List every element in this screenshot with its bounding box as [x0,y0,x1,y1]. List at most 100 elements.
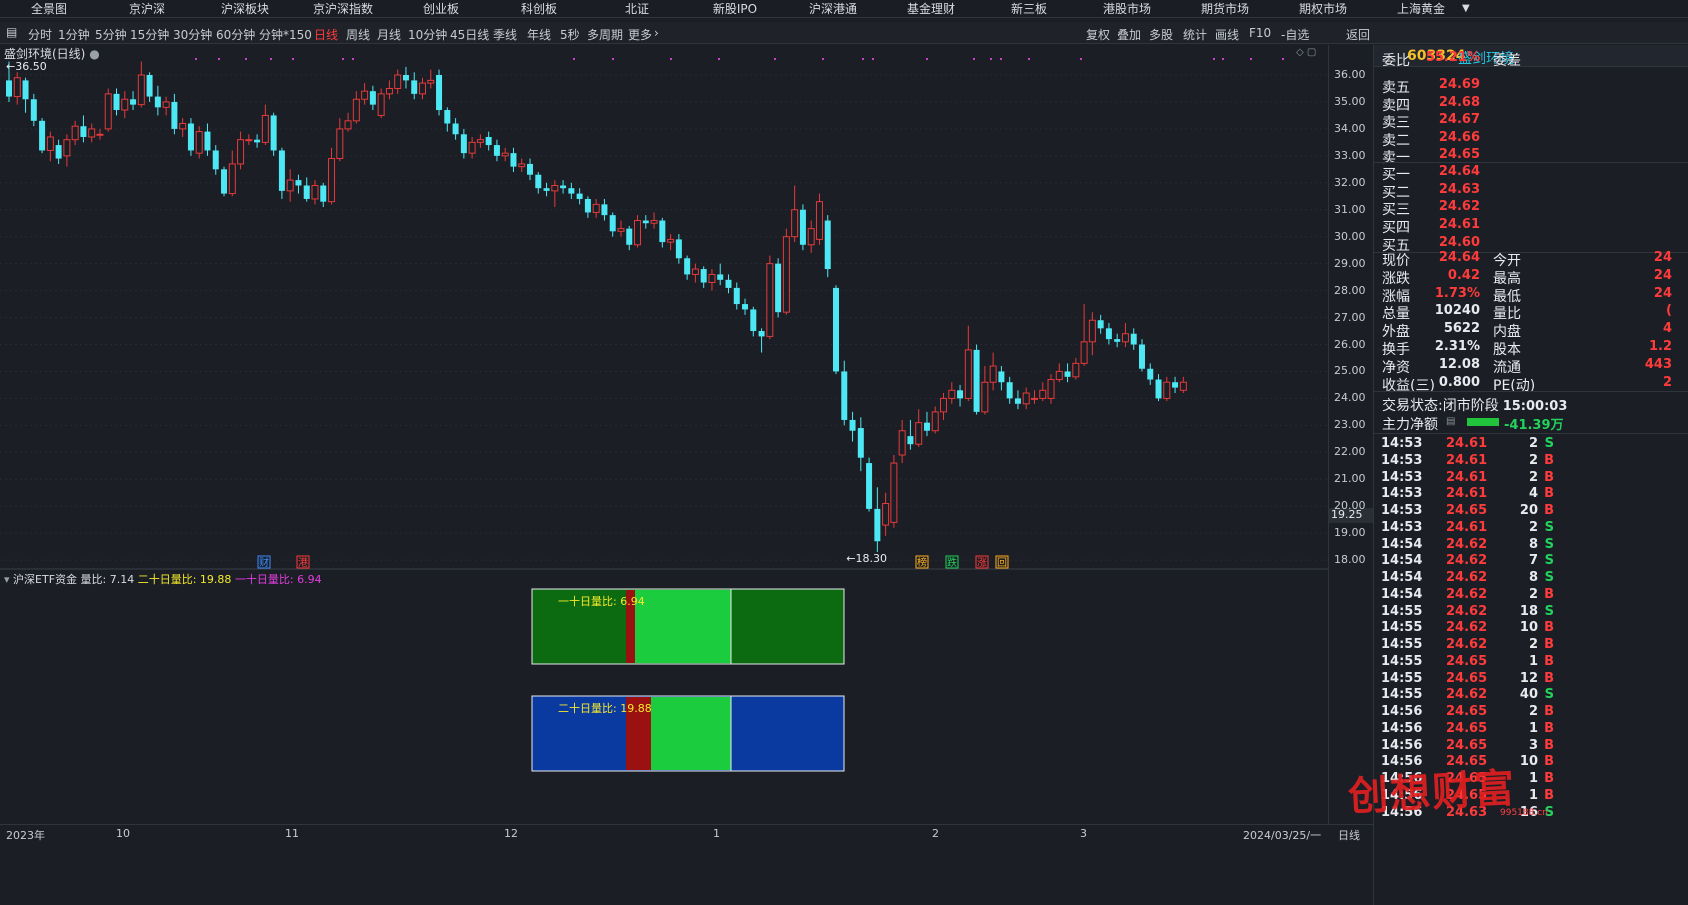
toolbar-right-6[interactable]: -自选 [1281,26,1309,43]
candle-body-up [807,228,815,246]
nav-item-8[interactable]: 沪深港通 [784,0,882,17]
quote-value-right: 443 [1644,356,1672,372]
candle-body-down [254,139,261,143]
nav-item-10[interactable]: 新三板 [980,0,1078,17]
event-badge-5[interactable]: 回 [997,557,1007,569]
candle-body-up [708,273,716,284]
nav-item-1[interactable]: 京沪深 [98,0,196,17]
period-1[interactable]: 1分钟 [58,26,90,43]
tick-volume: 10 [1519,620,1538,636]
kline-chart-area[interactable]: ←18.30 财港榜跌涨回 一十日量比: 6.94 二十日量比: 19.88 盛剑… [0,45,1328,890]
candle-body-down [171,101,178,129]
period-8[interactable]: 周线 [346,26,370,43]
panel-toggle-icon[interactable]: ▤ [6,25,17,39]
candle-body-up [352,98,360,122]
period-12[interactable]: 季线 [493,26,517,43]
nav-item-14[interactable]: 上海黄金 [1372,0,1470,17]
candle-body-down [833,287,839,372]
signal-dot [1028,58,1030,60]
candle-body-up [328,158,336,203]
nav-item-2[interactable]: 沪深板块 [196,0,294,17]
period-15[interactable]: 多周期 [587,26,623,43]
event-badge-3[interactable]: 跌 [947,556,957,569]
candle-body-down [204,131,211,151]
candle-body-down [113,93,120,111]
candle-body-down [576,193,583,199]
candle-body-down [1064,371,1071,377]
period-0[interactable]: 分时 [28,26,52,43]
candle-body-down [684,258,691,275]
period-5[interactable]: 60分钟 [216,26,255,43]
period-6[interactable]: 分钟*150 [259,26,312,43]
candle-body-down [39,120,46,151]
tick-side: S [1544,553,1554,569]
chart-settings-icon[interactable]: ● [89,47,99,61]
nav-item-5[interactable]: 科创板 [490,0,588,17]
candle-body-down [411,80,418,94]
quote-row: 买四 24.61 [1382,217,1682,236]
toolbar-right-3[interactable]: 统计 [1183,26,1207,43]
period-3[interactable]: 15分钟 [130,26,169,43]
period-9[interactable]: 月线 [377,26,401,43]
tick-price: 24.65 [1446,737,1488,753]
event-badge-1[interactable]: 港 [298,557,308,569]
price-tick-4: 32.00 [1334,175,1366,189]
period-10[interactable]: 10分钟 [408,26,447,43]
nav-item-9[interactable]: 基金理财 [882,0,980,17]
twenty-day-box-label: 二十日量比: 19.88 [558,701,652,715]
nav-item-13[interactable]: 期权市场 [1274,0,1372,17]
signal-dot [926,58,928,60]
quote-value-right: 24 [1653,285,1672,301]
toolbar-right-5[interactable]: F10 [1249,26,1271,40]
period-11[interactable]: 45日线 [450,26,489,43]
nav-item-11[interactable]: 港股市场 [1078,0,1176,17]
time-label-4: 1 [713,827,720,840]
price-tick-1: 35.00 [1334,94,1366,108]
event-badge-4[interactable]: 涨 [977,557,987,569]
nav-item-7[interactable]: 新股IPO [686,0,784,17]
collapse-icon[interactable]: ▾ [4,573,10,586]
tick-volume: 2 [1528,519,1538,535]
period-4[interactable]: 30分钟 [173,26,212,43]
tick-volume: 12 [1519,670,1538,686]
toolbar-right-4[interactable]: 画线 [1215,26,1239,43]
tick-volume: 2 [1528,704,1538,719]
period-16[interactable]: 更多 [628,26,652,43]
nav-item-12[interactable]: 期货市场 [1176,0,1274,17]
nav-item-4[interactable]: 创业板 [392,0,490,17]
lb20-label: 二十日量比: 19.88 [137,573,232,586]
toolbar-right-0[interactable]: 复权 [1086,26,1110,43]
candle-body-down [130,99,137,105]
toolbar-right-2[interactable]: 多股 [1149,26,1173,43]
tick-row: 14:53 24.61 2 S [1381,520,1566,537]
candle-body-up [1039,389,1047,399]
period-7[interactable]: 日线 [314,26,338,43]
candle-body-down [626,228,633,245]
kline-chart[interactable]: ←18.30 财港榜跌涨回 一十日量比: 6.94二十日量比: 19.88 [0,45,1328,890]
candle-body-down [849,419,856,431]
candle-body-down [973,349,980,412]
quote-row: 卖二 24.66 [1382,130,1682,149]
toolbar-right-7[interactable]: 返回 [1346,26,1370,43]
chart-tool-icons[interactable]: ◇ ▢ [1296,47,1316,58]
period-2[interactable]: 5分钟 [95,26,127,43]
low-marker: ←18.30 [846,552,887,565]
period-14[interactable]: 5秒 [560,26,580,43]
more-chevron-icon[interactable]: › [654,26,659,40]
nav-more-dropdown-icon[interactable]: ▼ [1462,3,1470,14]
tick-side: B [1544,503,1554,518]
candle-body-up [286,179,294,192]
tick-price: 24.65 [1446,653,1488,669]
nav-item-6[interactable]: 北证 [588,0,686,17]
price-tick-14: 22.00 [1334,445,1366,459]
period-13[interactable]: 年线 [527,26,551,43]
candle-body-up [344,120,352,130]
nav-item-0[interactable]: 全景图 [0,0,98,17]
event-badge-2[interactable]: 榜 [917,556,927,569]
nav-item-3[interactable]: 京沪深指数 [294,0,392,17]
event-badge-0[interactable]: 财 [259,556,269,569]
toolbar-right-1[interactable]: 叠加 [1117,26,1141,43]
candle-body-up [179,123,187,130]
info-icon[interactable]: ▤ [1446,416,1455,427]
tick-side: B [1544,452,1554,468]
